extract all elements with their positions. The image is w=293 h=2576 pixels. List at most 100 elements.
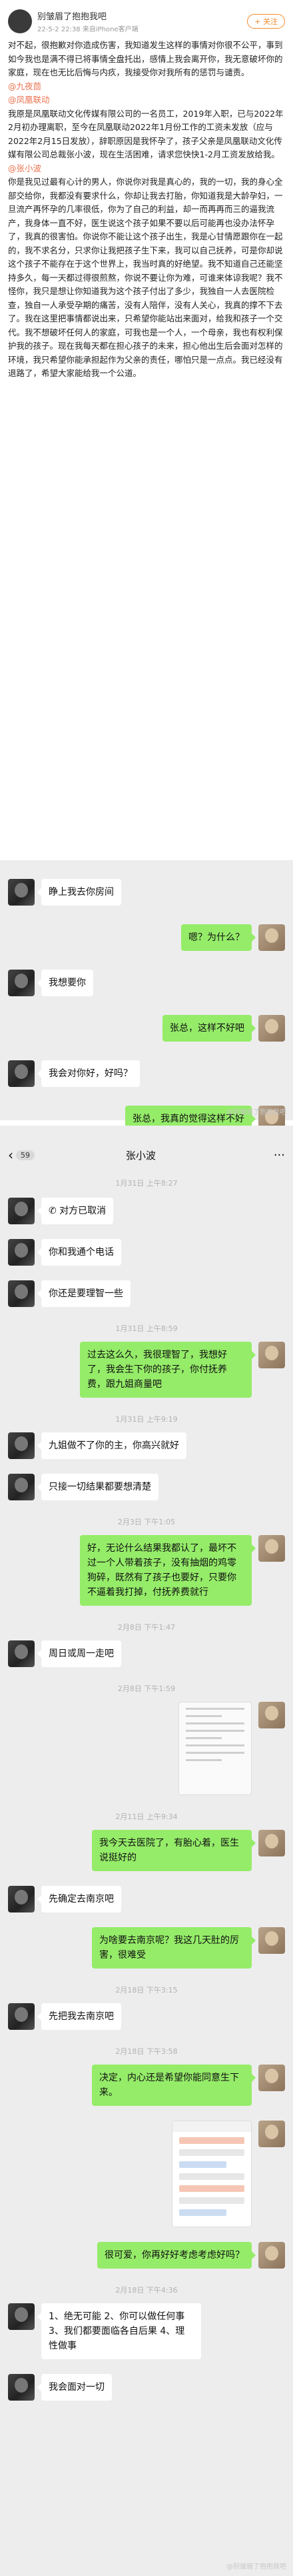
status-bar bbox=[0, 1126, 293, 1140]
avatar[interactable] bbox=[258, 924, 285, 951]
message-bubble[interactable]: 我想要你 bbox=[37, 970, 93, 996]
chat-nav-bar: ‹ 59 张小波 ··· bbox=[0, 1140, 293, 1170]
avatar[interactable] bbox=[8, 1640, 35, 1667]
avatar[interactable] bbox=[8, 970, 35, 996]
message-row: 好，无论什么结果我都认了，最坏不过一个人带着孩子，没有抽烟的鸡零狗碎，既然有了孩… bbox=[0, 1535, 293, 1606]
more-icon[interactable]: ··· bbox=[274, 1148, 285, 1162]
message-bubble[interactable]: 我今天去医院了，有胎心着，医生说挺好的 bbox=[92, 1830, 256, 1871]
follow-button[interactable]: + 关注 bbox=[247, 14, 285, 29]
avatar[interactable] bbox=[8, 1886, 35, 1912]
message-row bbox=[0, 2121, 293, 2227]
document-line bbox=[186, 1737, 222, 1739]
message-bubble[interactable]: 为啥要去南京呢？我这几天肚的厉害，很难受 bbox=[92, 1927, 256, 1969]
timestamp: 1月31日 上午8:59 bbox=[115, 1324, 178, 1333]
thumb-block bbox=[179, 2185, 244, 2192]
message-row: 我今天去医院了，有胎心着，医生说挺好的 bbox=[0, 1830, 293, 1871]
message-bubble[interactable]: 九姐做不了你的主，你高兴就好 bbox=[37, 1432, 186, 1459]
message-row: 九姐做不了你的主，你高兴就好 bbox=[0, 1432, 293, 1459]
mention-link[interactable]: @九夜茴 bbox=[8, 80, 285, 94]
message-bubble[interactable]: 你还是要理智一些 bbox=[37, 1280, 131, 1307]
timestamp: 2月8日 下午1:59 bbox=[117, 1684, 176, 1693]
message-bubble[interactable]: 先确定去南京吧 bbox=[37, 1886, 121, 1912]
avatar[interactable] bbox=[8, 2003, 35, 2030]
message-row: 为啥要去南京呢？我这几天肚的厉害，很难受 bbox=[0, 1927, 293, 1969]
timestamp: 2月18日 下午3:58 bbox=[115, 2047, 178, 2056]
message-row: 决定，内心还是希望你能同意生下来。 bbox=[0, 2065, 293, 2106]
message-row: 张总，这样不好吧 bbox=[0, 1015, 293, 1042]
avatar[interactable] bbox=[258, 1342, 285, 1368]
avatar[interactable] bbox=[258, 2242, 285, 2269]
message-row: 1、绝无可能 2、你可以做任何事 3、我们都要面临各自后果 4、理性做事 bbox=[0, 2303, 293, 2359]
user-avatar[interactable] bbox=[8, 9, 32, 33]
thumb-block bbox=[179, 2137, 244, 2144]
thumb-block bbox=[179, 2161, 226, 2168]
watermark: @别皱眉了抱抱我吧 bbox=[226, 2563, 286, 2571]
avatar[interactable] bbox=[8, 1239, 35, 1266]
mention-link[interactable]: @凤凰联动 bbox=[8, 93, 285, 107]
message-bubble[interactable]: 很可爱，你再好好考虑考虑好吗？ bbox=[97, 2242, 256, 2269]
message-bubble[interactable]: 睁上我去你房间 bbox=[37, 879, 121, 906]
avatar[interactable] bbox=[258, 1015, 285, 1042]
ultrasound-photo[interactable] bbox=[178, 1702, 252, 1795]
message-bubble[interactable]: ✆ 对方已取消 bbox=[37, 1198, 114, 1224]
post-time: 22-5-2 22:38 来自iPhone客户端 bbox=[37, 26, 139, 33]
message-bubble[interactable]: 决定，内心还是希望你能同意生下来。 bbox=[92, 2065, 256, 2106]
phone-icon: ✆ bbox=[49, 1206, 60, 1216]
message-bubble[interactable]: 你和我通个电话 bbox=[37, 1239, 121, 1266]
document-line bbox=[186, 1722, 244, 1724]
message-bubble[interactable]: 张总，这样不好吧 bbox=[162, 1015, 256, 1042]
timestamp: 2月18日 下午3:15 bbox=[115, 1986, 178, 1995]
message-bubble[interactable]: 周日或周一走吧 bbox=[37, 1640, 121, 1667]
message-bubble[interactable]: 过去这么久，我很理智了，我想好了，我会生下你的孩子，你付抚养费，跟九姐商量吧 bbox=[80, 1342, 256, 1398]
post-intro: 对不起，很抱歉对你造成伤害，我知道发生这样的事情对你很不公平，事到如今我也是满不… bbox=[8, 40, 283, 77]
message-row: 先把我去南京吧 bbox=[0, 2003, 293, 2030]
post-meta: 别皱眉了抱抱我吧 22-5-2 22:38 来自iPhone客户端 bbox=[37, 9, 247, 33]
username[interactable]: 别皱眉了抱抱我吧 bbox=[37, 9, 247, 22]
timestamp: 2月3日 下午1:05 bbox=[117, 1518, 176, 1526]
message-bubble[interactable]: 好，无论什么结果我都认了，最坏不过一个人带着孩子，没有抽烟的鸡零狗碎，既然有了孩… bbox=[80, 1535, 256, 1606]
message-row: 我会面对一切 bbox=[0, 2374, 293, 2401]
message-bubble[interactable]: 1、绝无可能 2、你可以做任何事 3、我们都要面临各自后果 4、理性做事 bbox=[37, 2303, 201, 2359]
avatar[interactable] bbox=[8, 1432, 35, 1459]
avatar[interactable] bbox=[258, 1927, 285, 1954]
avatar[interactable] bbox=[8, 1474, 35, 1500]
message-bubble[interactable]: 先把我去南京吧 bbox=[37, 2003, 121, 2030]
message-bubble[interactable]: 我会面对一切 bbox=[37, 2374, 112, 2401]
document-line bbox=[186, 1715, 222, 1717]
avatar[interactable] bbox=[8, 879, 35, 906]
avatar[interactable] bbox=[8, 1280, 35, 1307]
avatar[interactable] bbox=[8, 1198, 35, 1224]
unread-badge[interactable]: 59 bbox=[16, 1150, 35, 1160]
message-row bbox=[0, 1702, 293, 1795]
message-bubble[interactable]: 我会对你好，好吗？ bbox=[37, 1060, 140, 1087]
avatar[interactable] bbox=[8, 2374, 35, 2401]
message-bubble[interactable]: 只接一切结果都要想清楚 bbox=[37, 1474, 158, 1500]
message-row: 我想要你 bbox=[0, 970, 293, 996]
call-status: 对方已取消 bbox=[59, 1206, 107, 1216]
shared-screenshot[interactable] bbox=[172, 2121, 252, 2227]
message-row: 你和我通个电话 bbox=[0, 1239, 293, 1266]
avatar[interactable] bbox=[8, 2303, 35, 2330]
avatar[interactable] bbox=[258, 1830, 285, 1856]
message-row: 很可爱，你再好好考虑考虑好吗？ bbox=[0, 2242, 293, 2269]
message-row: 过去这么久，我很理智了，我想好了，我会生下你的孩子，你付抚养费，跟九姐商量吧 bbox=[0, 1342, 293, 1398]
mention-link[interactable]: @张小波 bbox=[8, 162, 285, 176]
back-icon[interactable]: ‹ bbox=[8, 1147, 13, 1163]
message-row: 我会对你好，好吗？ bbox=[0, 1060, 293, 1087]
avatar[interactable] bbox=[8, 1060, 35, 1087]
timestamp: 1月31日 上午9:19 bbox=[115, 1415, 178, 1424]
message-row: 嗯？为什么？ bbox=[0, 924, 293, 951]
timestamp: 1月31日 上午8:27 bbox=[115, 1179, 178, 1188]
avatar[interactable] bbox=[258, 2065, 285, 2091]
avatar[interactable] bbox=[258, 2121, 285, 2147]
thumb-block bbox=[179, 2173, 244, 2180]
avatar[interactable] bbox=[258, 1702, 285, 1728]
chat-screenshot-1: 睁上我去你房间 嗯？为什么？ 我想要你 张总，这样不好吧 我会对你好，好吗？ 张… bbox=[0, 860, 293, 1132]
document-line bbox=[186, 1730, 244, 1732]
avatar[interactable] bbox=[258, 1535, 285, 1562]
message-row: 你还是要理智一些 bbox=[0, 1280, 293, 1307]
message-row: 睁上我去你房间 bbox=[0, 879, 293, 906]
message-bubble[interactable]: 嗯？为什么？ bbox=[181, 924, 256, 951]
post-paragraph: 你是我见过最有心计的男人，你说你对我是真心的，我的一切，我的身心全部交给你，我都… bbox=[8, 177, 283, 378]
chat-title: 张小波 bbox=[125, 1149, 156, 1162]
